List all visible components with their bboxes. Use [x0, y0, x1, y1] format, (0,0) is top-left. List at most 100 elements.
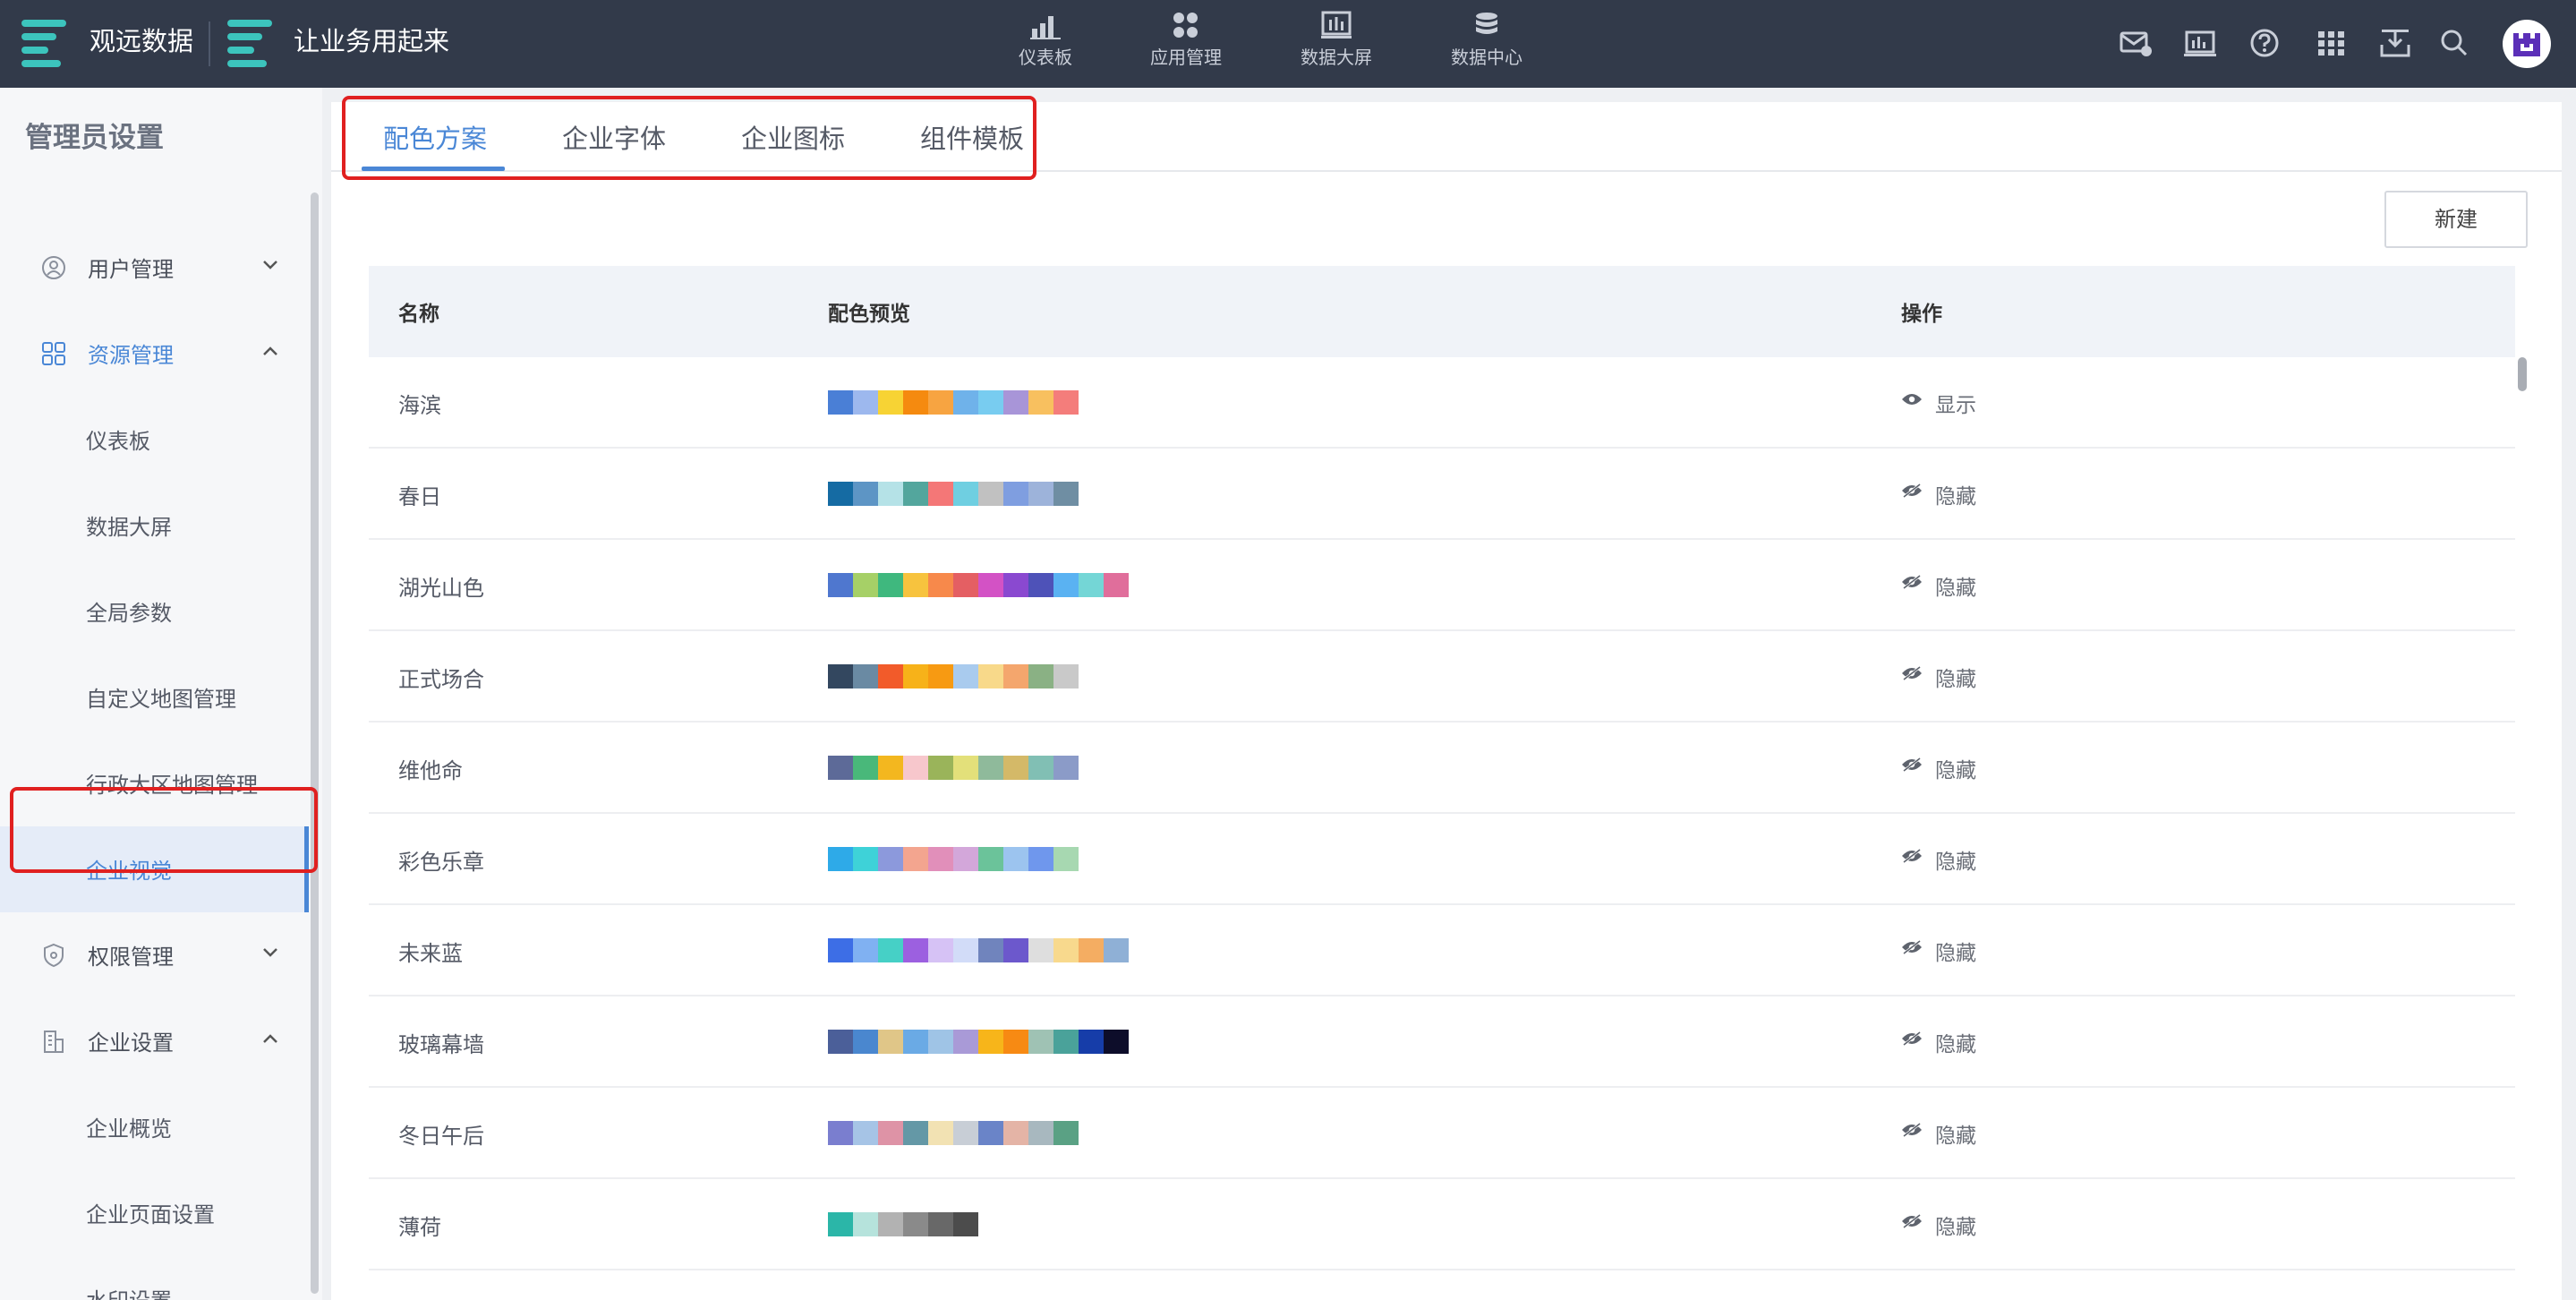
color-swatch — [928, 1030, 953, 1054]
color-swatch — [1028, 573, 1053, 597]
toggle-visibility-button[interactable]: 隐藏 — [1901, 1118, 1976, 1149]
toggle-visibility-button[interactable]: 隐藏 — [1901, 844, 1976, 875]
nav-data-center[interactable]: 数据中心 — [1433, 7, 1540, 82]
chevron-down-icon[interactable] — [261, 259, 279, 271]
nav-app-management[interactable]: 应用管理 — [1132, 7, 1240, 82]
eye-off-icon — [1902, 1214, 1922, 1228]
app-logo-icon[interactable] — [227, 20, 272, 68]
resource-icon — [42, 342, 65, 365]
sidebar-group-resource-management[interactable]: 资源管理 — [0, 311, 304, 397]
table-body: 海滨 显示 春日 隐藏 湖光山色 隐藏 正式场合 隐藏 维他命 隐藏 彩色乐章 隐藏 未来蓝 隐藏 玻璃幕墙… — [369, 357, 2515, 1270]
sidebar-group-enterprise-settings[interactable]: 企业设置 — [0, 998, 304, 1084]
chevron-down-icon[interactable] — [261, 946, 279, 959]
action-label: 隐藏 — [1935, 1216, 1976, 1239]
apps-cluster-icon — [1173, 13, 1198, 38]
color-swatch — [828, 1212, 853, 1236]
toggle-visibility-button[interactable]: 隐藏 — [1901, 1210, 1976, 1240]
color-swatch — [878, 390, 903, 415]
new-button[interactable]: 新建 — [2384, 191, 2528, 248]
toggle-visibility-button[interactable]: 隐藏 — [1901, 936, 1976, 966]
chevron-up-icon[interactable] — [261, 345, 279, 357]
sidebar-group-permission-management[interactable]: 权限管理 — [0, 912, 304, 998]
sidebar-group-user-management[interactable]: 用户管理 — [0, 225, 304, 311]
color-swatch — [1053, 573, 1079, 597]
color-swatch — [1003, 390, 1028, 415]
nav-dashboard[interactable]: 仪表板 — [992, 7, 1099, 82]
color-swatch — [1028, 1121, 1053, 1145]
eye-off-icon — [1902, 666, 1922, 680]
sidebar-item-dashboard[interactable]: 仪表板 — [0, 397, 309, 483]
toggle-visibility-button[interactable]: 隐藏 — [1901, 753, 1976, 783]
toggle-visibility-button[interactable]: 隐藏 — [1901, 570, 1976, 601]
color-swatch — [953, 1121, 978, 1145]
eye-off-icon — [1902, 575, 1922, 589]
help-icon[interactable] — [2247, 25, 2282, 61]
color-swatch — [853, 664, 878, 688]
highlight-box-sidebar — [10, 787, 318, 873]
scheme-name: 海滨 — [398, 393, 441, 418]
sidebar-item-label: 企业页面设置 — [86, 1202, 215, 1227]
color-swatch — [903, 756, 928, 780]
report-icon[interactable] — [2182, 25, 2218, 61]
scheme-name: 薄荷 — [398, 1215, 441, 1240]
message-icon[interactable] — [2118, 25, 2154, 61]
main-panel: 配色方案 企业字体 企业图标 组件模板 新建 名称 配色预览 操作 海滨 显示 春日… — [331, 102, 2562, 1300]
color-swatch — [1003, 847, 1028, 871]
color-swatch — [1028, 1030, 1053, 1054]
nav-app-management-label: 应用管理 — [1150, 47, 1222, 68]
color-swatch — [853, 756, 878, 780]
action-label: 隐藏 — [1935, 851, 1976, 874]
color-swatch — [953, 482, 978, 506]
color-swatch — [928, 756, 953, 780]
color-swatch — [1028, 482, 1053, 506]
nav-big-screen[interactable]: 数据大屏 — [1283, 7, 1390, 82]
toggle-visibility-button[interactable]: 显示 — [1901, 388, 1976, 418]
color-swatch — [928, 573, 953, 597]
color-swatch — [1028, 756, 1053, 780]
sidebar-item-global-params[interactable]: 全局参数 — [0, 569, 309, 654]
color-swatch — [1003, 1030, 1028, 1054]
column-header-action: 操作 — [1901, 303, 1942, 326]
sidebar-item-label: 仪表板 — [86, 429, 150, 454]
toggle-visibility-button[interactable]: 隐藏 — [1901, 1027, 1976, 1057]
sidebar-item-page-settings[interactable]: 企业页面设置 — [0, 1170, 309, 1256]
action-label: 隐藏 — [1935, 1125, 1976, 1148]
color-swatch — [828, 847, 853, 871]
chevron-up-icon[interactable] — [261, 1032, 279, 1045]
scheme-name: 维他命 — [398, 758, 463, 783]
table-row: 薄荷 隐藏 — [369, 1179, 2515, 1270]
color-swatch — [953, 938, 978, 962]
color-swatch — [1079, 938, 1104, 962]
color-swatch — [853, 1030, 878, 1054]
brand-name[interactable]: 观远数据 — [90, 23, 193, 59]
sidebar-item-big-screen[interactable]: 数据大屏 — [0, 483, 309, 569]
eye-icon — [1902, 394, 1922, 405]
toggle-visibility-button[interactable]: 隐藏 — [1901, 479, 1976, 509]
color-swatch — [1053, 938, 1079, 962]
menu-logo-icon[interactable] — [21, 20, 66, 68]
eye-off-icon — [1902, 757, 1922, 772]
color-swatch — [853, 938, 878, 962]
color-preview — [828, 1030, 1129, 1054]
search-icon[interactable] — [2436, 25, 2472, 61]
grid-menu-icon[interactable] — [2313, 25, 2349, 61]
sidebar-item-watermark[interactable]: 水印设置 — [0, 1256, 309, 1300]
avatar[interactable] — [2503, 20, 2551, 68]
color-swatch — [928, 1121, 953, 1145]
sidebar-item-label: 全局参数 — [86, 601, 172, 626]
sidebar-scrollbar[interactable] — [311, 192, 319, 1294]
toggle-visibility-button[interactable]: 隐藏 — [1901, 662, 1976, 692]
color-swatch — [928, 664, 953, 688]
bar-chart-icon — [1030, 16, 1061, 39]
color-swatch — [853, 1121, 878, 1145]
table-scrollbar[interactable] — [2518, 357, 2527, 391]
color-swatch — [978, 1121, 1003, 1145]
download-icon[interactable] — [2377, 25, 2413, 61]
color-swatch — [1053, 664, 1079, 688]
sidebar-item-enterprise-overview[interactable]: 企业概览 — [0, 1084, 309, 1170]
big-screen-icon — [1321, 11, 1352, 38]
color-swatch — [903, 938, 928, 962]
color-scheme-table: 名称 配色预览 操作 海滨 显示 春日 隐藏 湖光山色 隐藏 正式场合 隐藏 维他命 隐藏 彩色乐章… — [369, 266, 2515, 1270]
app-name[interactable]: 让业务用起来 — [294, 23, 449, 59]
sidebar-item-custom-map[interactable]: 自定义地图管理 — [0, 654, 309, 740]
